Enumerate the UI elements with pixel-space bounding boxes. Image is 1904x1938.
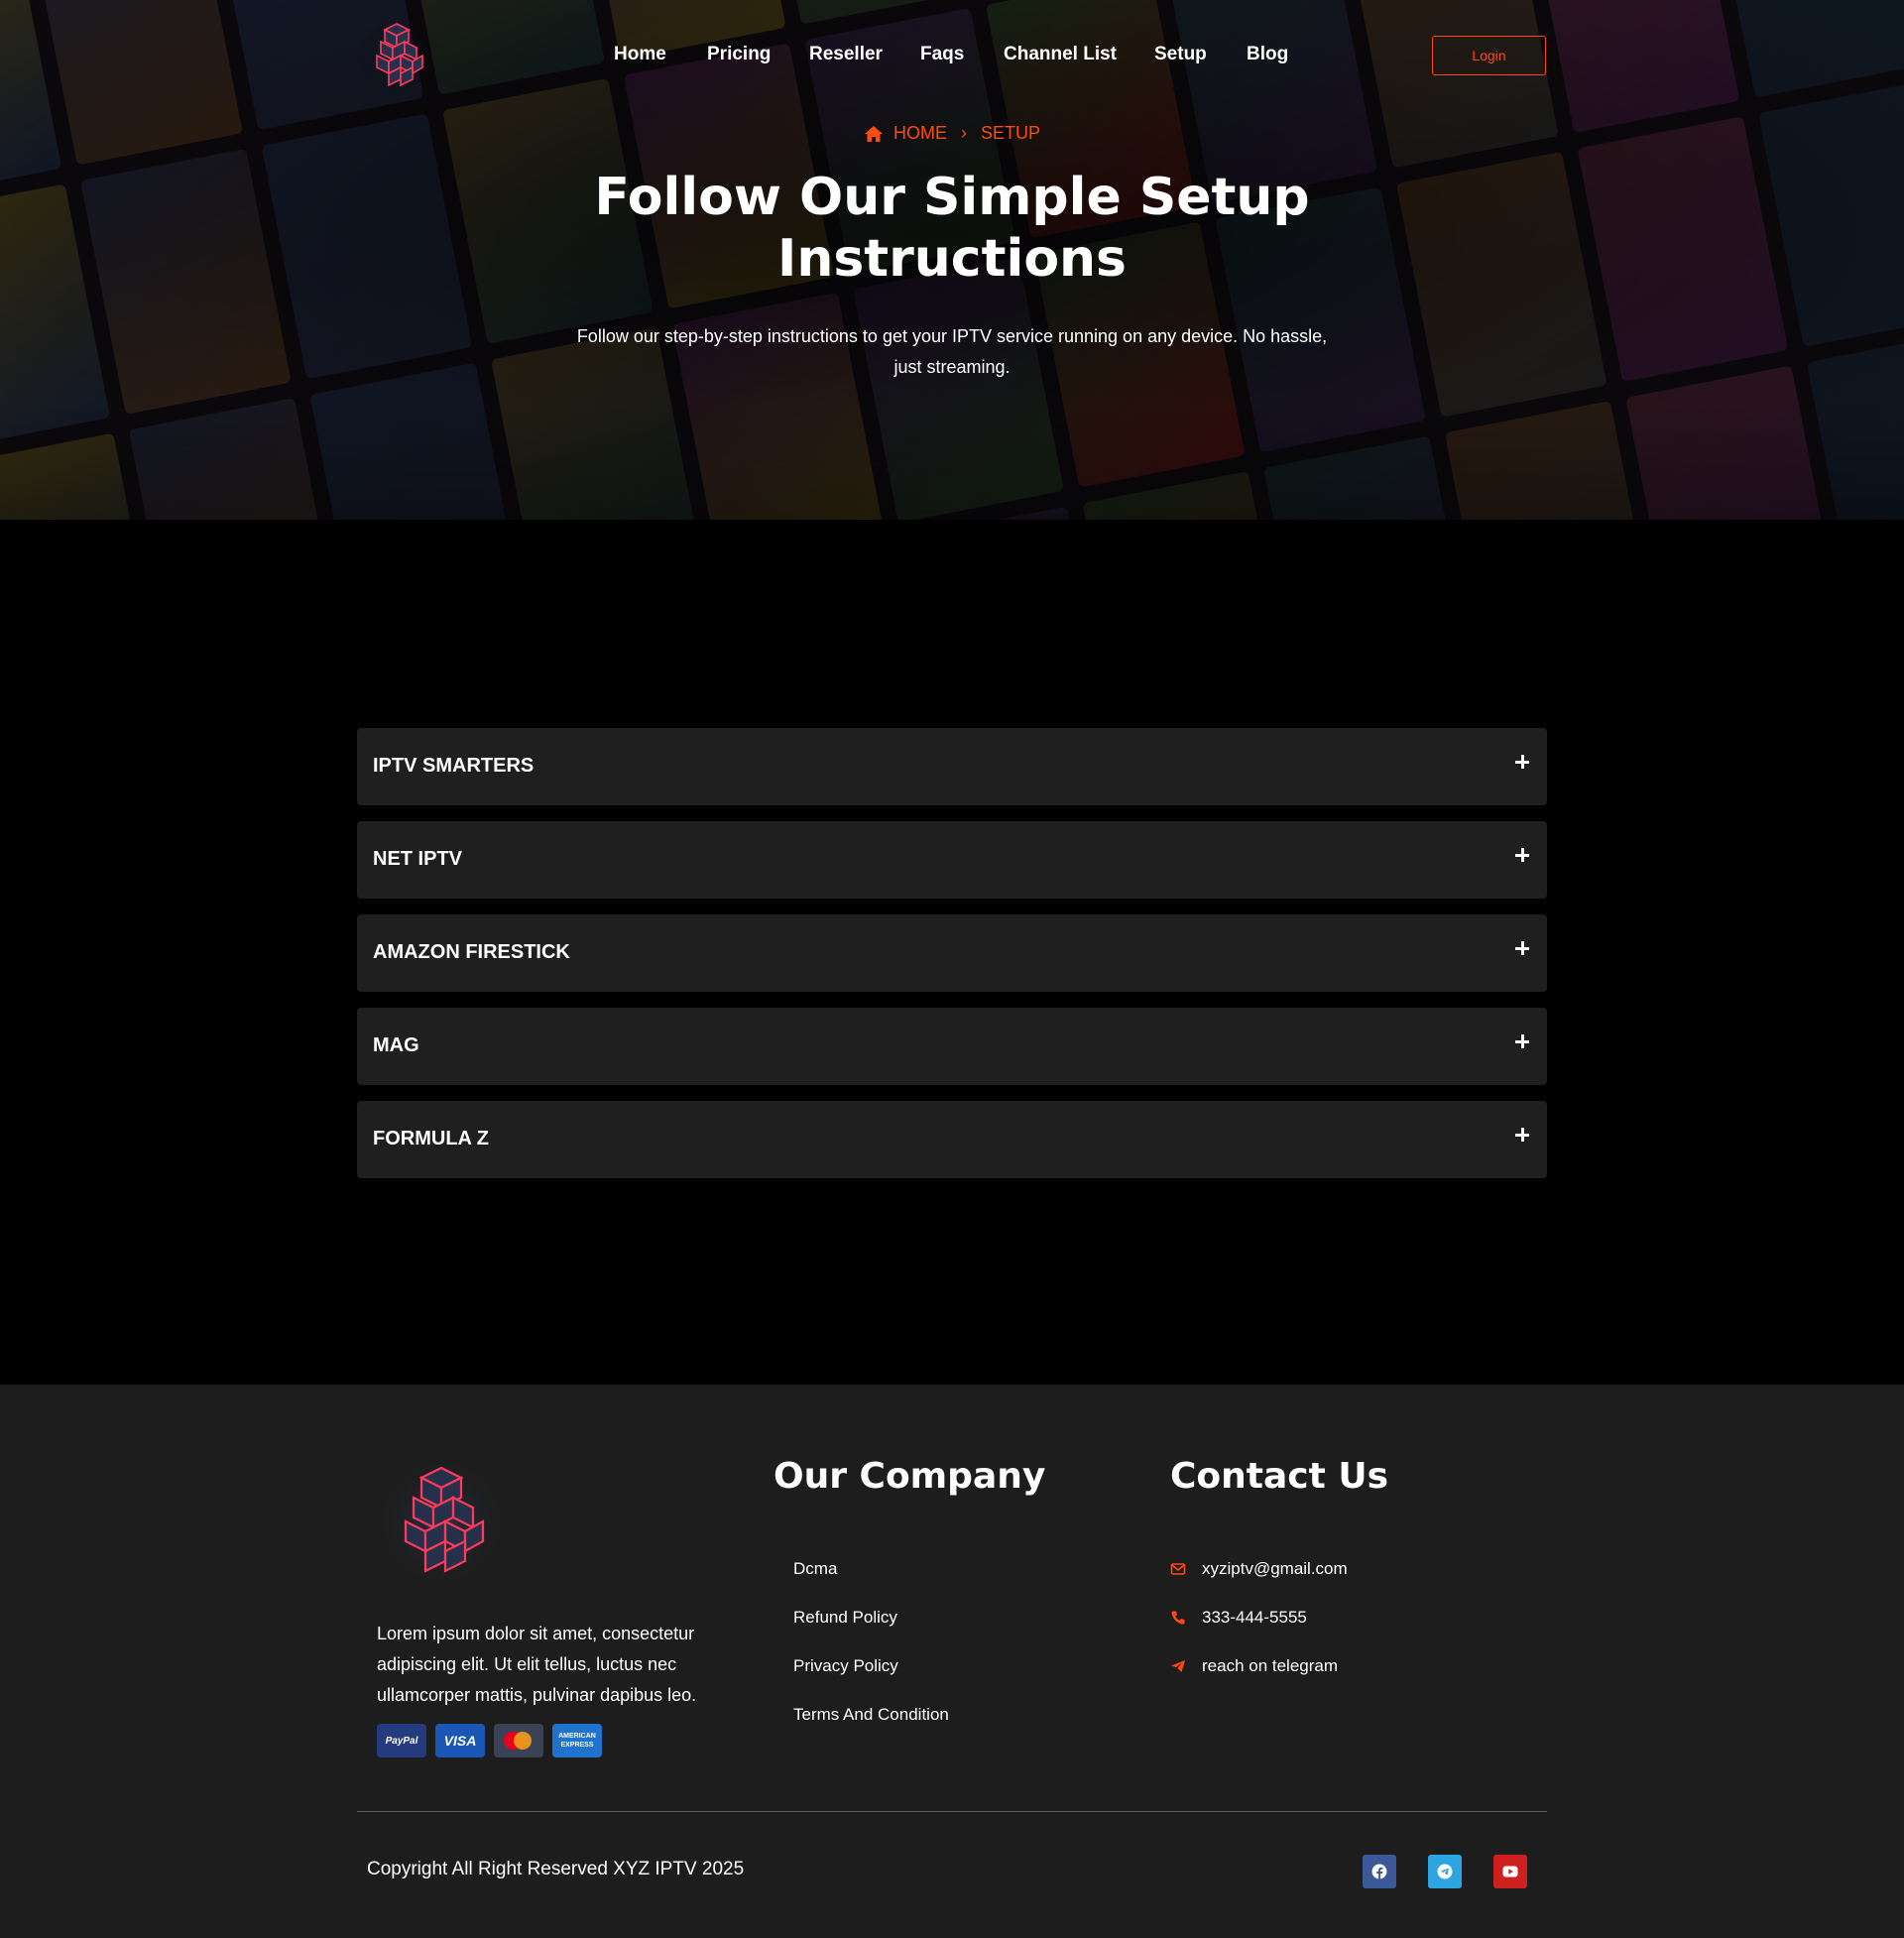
- contact-list: xyziptv@gmail.com 333-444-5555 reach on …: [1170, 1559, 1348, 1705]
- payment-methods: PayPal VISA AMERICAN EXPRESS: [377, 1724, 602, 1757]
- accordion-title: AMAZON FIRESTICK: [373, 941, 570, 963]
- footer-link-terms[interactable]: Terms And Condition: [793, 1705, 949, 1725]
- accordion-item-amazon-firestick[interactable]: AMAZON FIRESTICK: [357, 914, 1547, 992]
- copyright-text: Copyright All Right Reserved XYZ IPTV 20…: [367, 1859, 745, 1879]
- nav-home[interactable]: Home: [614, 44, 666, 65]
- setup-accordion: IPTV SMARTERS NET IPTV AMAZON FIRESTICK …: [357, 728, 1547, 1194]
- nav-reseller[interactable]: Reseller: [809, 44, 883, 65]
- contact-telegram[interactable]: reach on telegram: [1170, 1656, 1348, 1676]
- our-company-heading: Our Company: [774, 1456, 1046, 1497]
- breadcrumb-home[interactable]: HOME: [893, 123, 947, 144]
- accordion-item-formula-z[interactable]: FORMULA Z: [357, 1101, 1547, 1178]
- hero-fade: [0, 401, 1904, 520]
- breadcrumb: HOME › SETUP: [0, 123, 1904, 144]
- nav-setup[interactable]: Setup: [1154, 44, 1207, 65]
- paypal-icon: PayPal: [377, 1724, 426, 1757]
- accordion-title: IPTV SMARTERS: [373, 755, 535, 777]
- plus-icon[interactable]: [1515, 753, 1533, 771]
- accordion-item-net-iptv[interactable]: NET IPTV: [357, 821, 1547, 899]
- facebook-icon[interactable]: [1363, 1855, 1396, 1888]
- contact-us-heading: Contact Us: [1170, 1456, 1389, 1497]
- footer-about-text: Lorem ipsum dolor sit amet, consectetur …: [377, 1624, 697, 1705]
- footer-link-privacy-policy[interactable]: Privacy Policy: [793, 1656, 949, 1676]
- paper-plane-icon: [1171, 1660, 1185, 1672]
- contact-phone-text: 333-444-5555: [1202, 1608, 1307, 1627]
- amex-icon: AMERICAN EXPRESS: [552, 1724, 602, 1757]
- nav-pricing[interactable]: Pricing: [707, 44, 771, 65]
- chevron-right-icon: ›: [960, 123, 967, 143]
- telegram-icon[interactable]: [1428, 1855, 1462, 1888]
- accordion-title: NET IPTV: [373, 848, 463, 870]
- login-button[interactable]: Login: [1432, 36, 1546, 75]
- footer-link-refund-policy[interactable]: Refund Policy: [793, 1608, 949, 1628]
- envelope-icon: [1170, 1563, 1186, 1575]
- visa-icon: VISA: [435, 1724, 485, 1757]
- footer-divider: [357, 1811, 1547, 1812]
- nav-faqs[interactable]: Faqs: [920, 44, 964, 65]
- nav-channel-list[interactable]: Channel List: [1004, 44, 1117, 65]
- plus-icon[interactable]: [1515, 1032, 1533, 1050]
- plus-icon[interactable]: [1515, 939, 1533, 957]
- contact-telegram-text: reach on telegram: [1202, 1656, 1339, 1675]
- main-nav: Home Pricing Reseller Faqs Channel List …: [0, 40, 1904, 69]
- phone-icon: [1171, 1611, 1185, 1625]
- mastercard-icon: [494, 1724, 543, 1757]
- plus-icon[interactable]: [1515, 1126, 1533, 1144]
- social-links: [1363, 1855, 1527, 1888]
- page-subtitle: Follow our step-by-step instructions to …: [576, 326, 1328, 377]
- cube-logo-icon[interactable]: [372, 1450, 511, 1595]
- page-title: Follow Our Simple Setup Instructions: [594, 168, 1310, 289]
- footer-link-dcma[interactable]: Dcma: [793, 1559, 949, 1579]
- contact-phone[interactable]: 333-444-5555: [1170, 1608, 1348, 1628]
- accordion-item-iptv-smarters[interactable]: IPTV SMARTERS: [357, 728, 1547, 805]
- company-links: Dcma Refund Policy Privacy Policy Terms …: [793, 1559, 949, 1754]
- plus-icon[interactable]: [1515, 846, 1533, 864]
- contact-email-text: xyziptv@gmail.com: [1202, 1559, 1348, 1578]
- nav-blog[interactable]: Blog: [1247, 44, 1288, 65]
- site-footer: Lorem ipsum dolor sit amet, consectetur …: [0, 1385, 1904, 1938]
- accordion-title: FORMULA Z: [373, 1128, 490, 1150]
- accordion-title: MAG: [373, 1034, 419, 1056]
- home-icon[interactable]: [864, 125, 884, 143]
- youtube-icon[interactable]: [1493, 1855, 1527, 1888]
- breadcrumb-current: SETUP: [980, 123, 1040, 143]
- hero-banner: Home Pricing Reseller Faqs Channel List …: [0, 0, 1904, 520]
- contact-email[interactable]: xyziptv@gmail.com: [1170, 1559, 1348, 1579]
- accordion-item-mag[interactable]: MAG: [357, 1008, 1547, 1085]
